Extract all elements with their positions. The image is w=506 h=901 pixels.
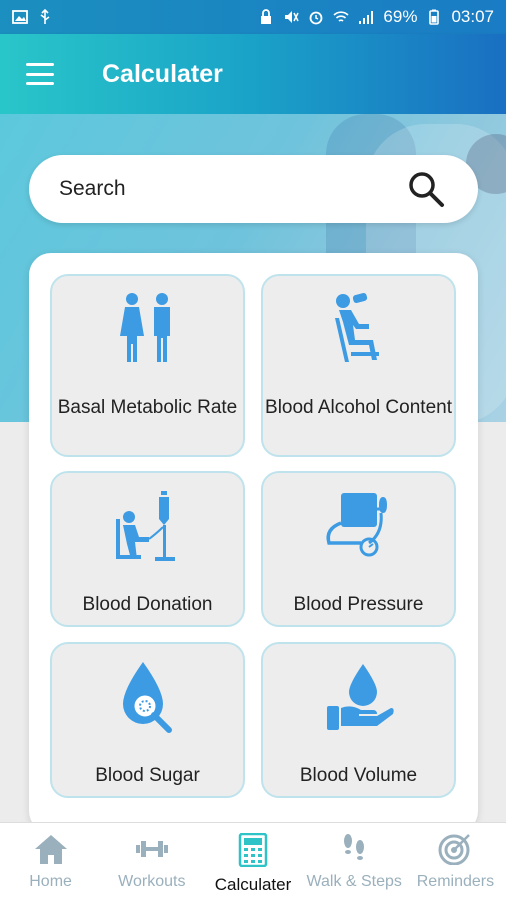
mute-icon bbox=[285, 11, 300, 23]
tile-blood-alcohol-content[interactable]: Blood Alcohol Content bbox=[261, 274, 456, 457]
tile-blood-pressure[interactable]: Blood Pressure bbox=[261, 471, 456, 627]
couple-icon bbox=[119, 293, 170, 362]
search-input[interactable] bbox=[57, 176, 361, 202]
battery-icon bbox=[429, 9, 440, 25]
person-drinking-icon bbox=[334, 292, 379, 362]
tile-label: Blood Pressure bbox=[293, 594, 424, 615]
search-icon[interactable] bbox=[406, 169, 446, 209]
wifi-icon bbox=[333, 11, 349, 22]
nav-label: Calculater bbox=[214, 875, 292, 894]
calculator-grid: Basal Metabolic Rate Blood Alcohol Conte… bbox=[29, 253, 478, 833]
nav-item-walk-steps[interactable]: Walk & Steps bbox=[304, 823, 405, 901]
search-bar[interactable] bbox=[29, 155, 478, 223]
alarm-icon bbox=[310, 11, 323, 25]
tile-label: Blood Volume bbox=[299, 765, 418, 786]
home-icon bbox=[34, 835, 67, 864]
nav-label: Home bbox=[29, 873, 72, 890]
nav-item-workouts[interactable]: Workouts bbox=[101, 823, 202, 901]
nav-item-calculater[interactable]: Calculater bbox=[202, 823, 303, 901]
menu-icon[interactable] bbox=[26, 63, 54, 85]
blood-donation-icon bbox=[115, 491, 175, 561]
tile-blood-volume[interactable]: Blood Volume bbox=[261, 642, 456, 798]
blood-pressure-monitor-icon bbox=[326, 493, 387, 557]
nav-label: Workouts bbox=[118, 873, 186, 890]
tile-blood-donation[interactable]: Blood Donation bbox=[50, 471, 245, 627]
nav-label: Walk & Steps bbox=[306, 873, 402, 890]
signal-icon bbox=[359, 11, 374, 24]
app-bar: Calculater bbox=[0, 34, 506, 114]
nav-item-home[interactable]: Home bbox=[0, 823, 101, 901]
bottom-navigation: Home Workouts Calculater Walk & Steps Re… bbox=[0, 822, 506, 901]
tile-label: Blood Sugar bbox=[95, 765, 200, 786]
drop-on-hand-icon bbox=[326, 664, 394, 730]
tile-label: Blood Donation bbox=[82, 594, 213, 615]
tile-basal-metabolic-rate[interactable]: Basal Metabolic Rate bbox=[50, 274, 245, 457]
tile-label: Basal Metabolic Rate bbox=[57, 397, 238, 418]
battery-percent: 69% bbox=[383, 7, 418, 26]
footsteps-icon bbox=[344, 834, 365, 860]
target-icon bbox=[438, 834, 471, 865]
nav-label: Reminders bbox=[416, 873, 495, 890]
blood-drop-magnifier-icon bbox=[122, 662, 172, 733]
usb-icon bbox=[40, 9, 50, 24]
status-bar: 69% 03:07 bbox=[0, 0, 506, 34]
lock-icon bbox=[261, 9, 272, 24]
calculator-icon bbox=[238, 833, 268, 867]
dumbbell-icon bbox=[135, 841, 168, 857]
tile-label: Blood Alcohol Content bbox=[265, 397, 452, 418]
nav-item-reminders[interactable]: Reminders bbox=[405, 823, 506, 901]
gallery-notification-icon bbox=[12, 10, 28, 24]
clock: 03:07 bbox=[451, 7, 494, 26]
tile-blood-sugar[interactable]: Blood Sugar bbox=[50, 642, 245, 798]
page-title: Calculater bbox=[102, 59, 223, 88]
